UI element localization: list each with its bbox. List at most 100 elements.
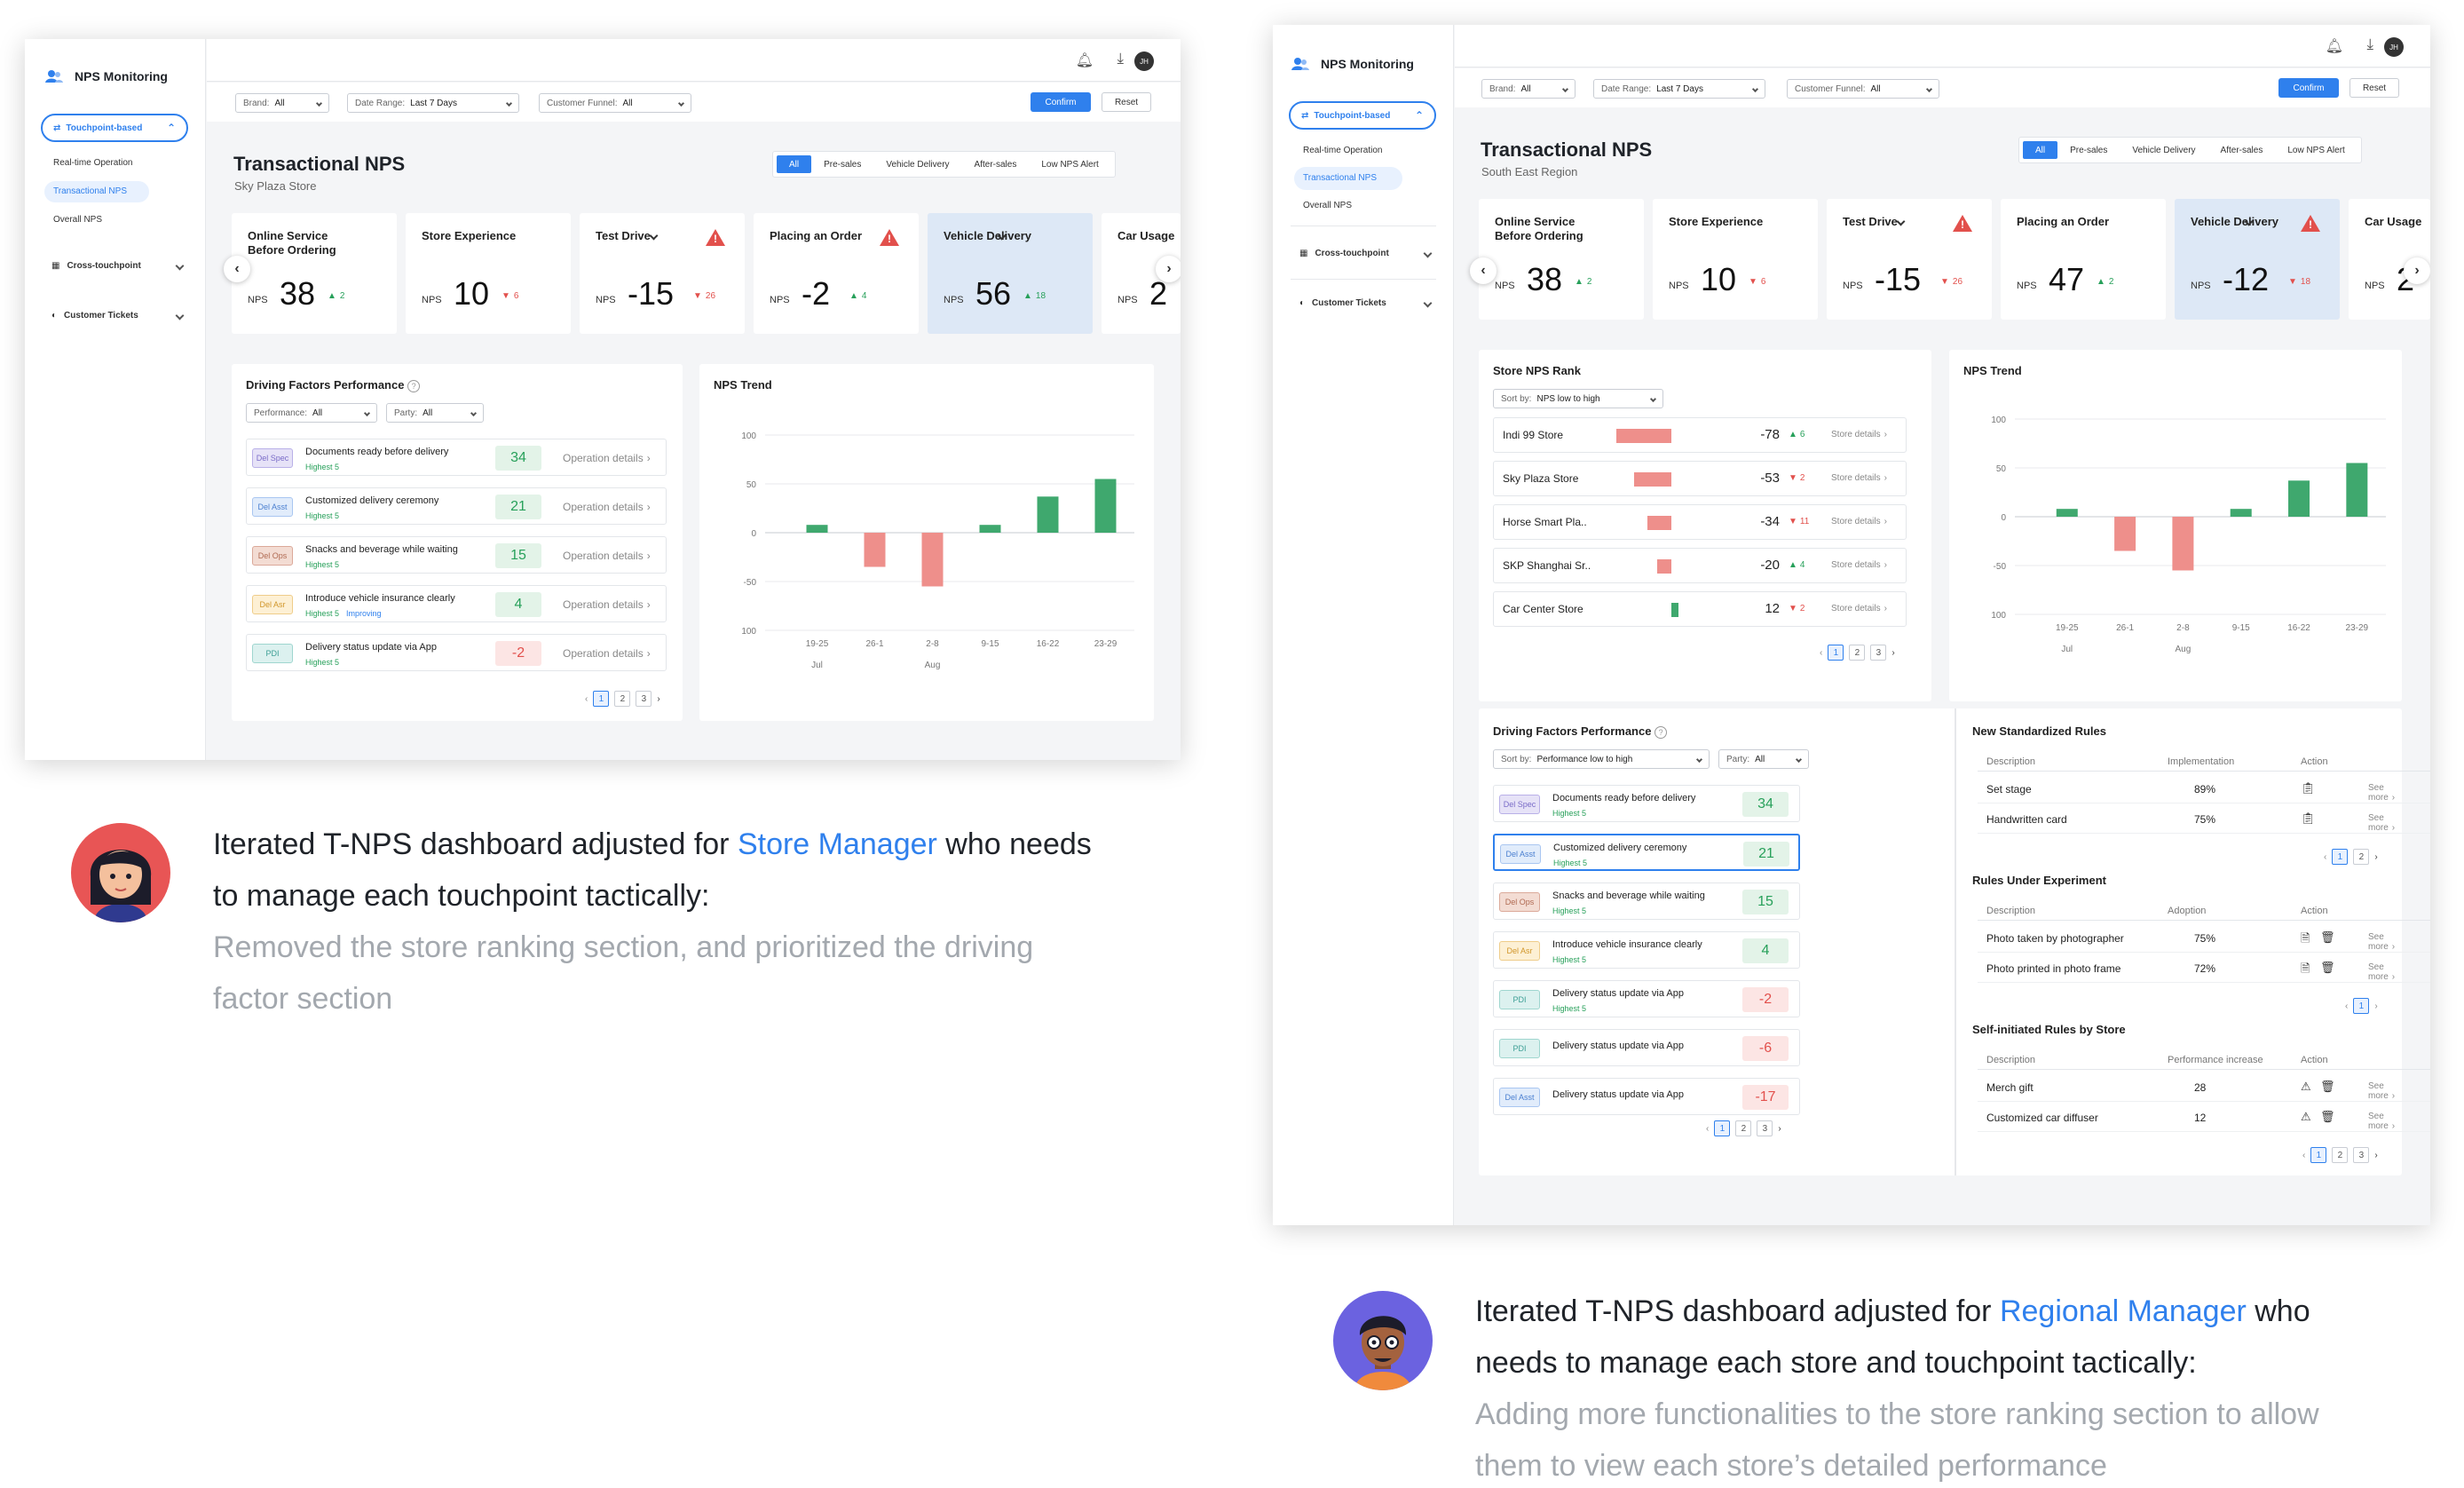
store-details-link[interactable]: Store details › [1831,604,1887,613]
date-range-select[interactable]: Date Range: Last 7 Days [1593,79,1765,99]
trash-icon[interactable]: 🗑︎ [2320,961,2335,975]
customer-funnel-select[interactable]: Customer Funnel: All [539,93,691,113]
nps-card-vehicle-delivery[interactable]: Vehicle Delivery NPS -12 ▼18 [2175,199,2340,320]
store-rank-row[interactable]: Sky Plaza Store -53 ▼ 2 Store details › [1493,461,1907,496]
tab-vehicle-delivery[interactable]: Vehicle Delivery [2120,141,2207,159]
nav-transactional-nps[interactable]: Transactional NPS [44,181,149,202]
page-1[interactable]: 1 [2310,1147,2327,1163]
bell-icon[interactable]: 🔔︎ [2326,37,2343,55]
page-2[interactable]: 2 [2332,1147,2349,1163]
see-more-link[interactable]: See more › [2368,813,2402,833]
see-more-link[interactable]: See more › [2368,962,2402,982]
party-select[interactable]: Party: All [1718,749,1809,769]
scroll-left-button[interactable]: ‹ [224,256,250,282]
clipboard-icon[interactable]: 📋︎ [2301,781,2316,795]
operation-details-link[interactable]: Operation details › [563,598,651,611]
avatar[interactable]: JH [2384,37,2404,57]
scroll-left-button[interactable]: ‹ [1470,257,1497,284]
operation-details-link[interactable]: Operation details › [563,550,651,562]
nps-card-test-drive[interactable]: Test Drive NPS -15 ▼26 [1827,199,1992,320]
driving-factor-row[interactable]: Del Spec Documents ready before delivery H… [246,439,667,476]
tab-all[interactable]: All [777,155,812,173]
page-2[interactable]: 2 [2353,849,2370,865]
brand-select[interactable]: Brand: All [1481,79,1576,99]
prev-page-icon[interactable]: ‹ [2345,1001,2348,1011]
person-icon[interactable]: ⚠︎ [2301,1080,2311,1094]
tab-pre-sales[interactable]: Pre-sales [811,155,873,173]
page-3[interactable]: 3 [1757,1120,1773,1136]
page-2[interactable]: 2 [1735,1120,1752,1136]
driving-factor-row[interactable]: Del Asst Customized delivery ceremony High… [1493,834,1800,871]
store-rank-row[interactable]: Indi 99 Store -78 ▲ 6 Store details › [1493,417,1907,453]
next-page-icon[interactable]: › [1891,648,1894,658]
see-more-link[interactable]: See more › [2368,783,2402,803]
prev-page-icon[interactable]: ‹ [1706,1124,1709,1134]
sort-select[interactable]: Sort by: NPS low to high [1493,389,1663,408]
page-1[interactable]: 1 [593,691,610,707]
prev-page-icon[interactable]: ‹ [585,694,588,704]
store-rank-row[interactable]: SKP Shanghai Sr.. -20 ▲ 4 Store details › [1493,548,1907,583]
tab-after-sales[interactable]: After-sales [2208,141,2276,159]
page-1[interactable]: 1 [1828,645,1844,661]
driving-factor-row[interactable]: PDI Delivery status update via App -6 [1493,1029,1800,1066]
page-1[interactable]: 1 [1714,1120,1731,1136]
driving-factor-row[interactable]: PDI Delivery status update via App Highest… [1493,980,1800,1017]
next-page-icon[interactable]: › [657,694,659,704]
nav-cross-touchpoint[interactable]: ▦ Cross-touchpoint [51,261,193,271]
prev-page-icon[interactable]: ‹ [1820,648,1822,658]
page-3[interactable]: 3 [1870,645,1887,661]
nps-card-vehicle-delivery[interactable]: Vehicle Delivery NPS 56 ▲ 18 [928,213,1093,334]
confirm-button[interactable]: Confirm [2278,78,2339,98]
nav-cross-touchpoint[interactable]: ▦ Cross-touchpoint [1299,249,1441,258]
driving-factor-row[interactable]: Del Ops Snacks and beverage while waiting… [1493,883,1800,920]
clipboard-icon[interactable]: 📋︎ [2301,811,2316,826]
nps-card-test-drive[interactable]: Test Drive NPS -15 ▼26 [580,213,745,334]
sort-select[interactable]: Sort by: Performance low to high [1493,749,1710,769]
party-select[interactable]: Party: All [386,403,484,423]
tab-low-nps-alert[interactable]: Low NPS Alert [2275,141,2357,159]
page-3[interactable]: 3 [2353,1147,2370,1163]
page-3[interactable]: 3 [636,691,652,707]
driving-factor-row[interactable]: Del Asst Customized delivery ceremony High… [246,487,667,525]
driving-factor-row[interactable]: Del Ops Snacks and beverage while waiting… [246,536,667,574]
nps-card-placing-an-order[interactable]: Placing an Order NPS 47 ▲ 2 [2001,199,2166,320]
avatar[interactable]: JH [1134,51,1154,71]
tab-low-nps-alert[interactable]: Low NPS Alert [1029,155,1110,173]
nav-touchpoint-based[interactable]: ⇄ Touchpoint-based ⌃ [1289,101,1436,130]
nps-card-store-experience[interactable]: Store Experience NPS 10 ▼ 6 [1653,199,1818,320]
page-2[interactable]: 2 [614,691,631,707]
download-icon[interactable]: ⤓ [2366,36,2373,53]
driving-factor-row[interactable]: Del Spec Documents ready before delivery H… [1493,785,1800,822]
brand-select[interactable]: Brand: All [235,93,329,113]
driving-factor-row[interactable]: PDI Delivery status update via App Highest… [246,634,667,671]
prev-page-icon[interactable]: ‹ [2324,852,2326,862]
bell-icon[interactable]: 🔔︎ [1076,51,1094,69]
nav-transactional-nps[interactable]: Transactional NPS [1294,167,1402,190]
confirm-button[interactable]: Confirm [1031,92,1091,112]
scroll-right-button[interactable]: › [2404,257,2430,284]
prev-page-icon[interactable]: ‹ [2302,1151,2305,1160]
trash-icon[interactable]: 🗑︎ [2320,930,2335,945]
store-details-link[interactable]: Store details › [1831,560,1887,570]
document-icon[interactable]: 🗎 [2301,961,2310,980]
store-details-link[interactable]: Store details › [1831,473,1887,483]
page-1[interactable]: 1 [2332,849,2349,865]
customer-funnel-select[interactable]: Customer Funnel: All [1787,79,1939,99]
performance-select[interactable]: Performance: All [246,403,377,423]
see-more-link[interactable]: See more › [2368,932,2402,952]
nps-card-placing-an-order[interactable]: Placing an Order NPS -2 ▲4 [754,213,919,334]
tab-after-sales[interactable]: After-sales [962,155,1030,173]
driving-factor-row[interactable]: Del Asr Introduce vehicle insurance clear… [1493,931,1800,969]
tab-pre-sales[interactable]: Pre-sales [2057,141,2120,159]
nav-customer-tickets[interactable]: ◐ Customer Tickets [51,311,193,321]
operation-details-link[interactable]: Operation details › [563,452,651,464]
nps-card-online-service-before-ordering[interactable]: Online Service Before Ordering NPS 38 ▲ 2 [1479,199,1644,320]
nav-realtime-operation[interactable]: Real-time Operation [1303,146,1382,155]
tab-vehicle-delivery[interactable]: Vehicle Delivery [873,155,961,173]
see-more-link[interactable]: See more › [2368,1081,2402,1101]
nav-realtime-operation[interactable]: Real-time Operation [53,158,132,168]
date-range-select[interactable]: Date Range: Last 7 Days [347,93,519,113]
reset-button[interactable]: Reset [2349,78,2399,98]
document-icon[interactable]: 🗎 [2301,930,2310,950]
store-rank-row[interactable]: Car Center Store 12 ▼ 2 Store details › [1493,591,1907,627]
